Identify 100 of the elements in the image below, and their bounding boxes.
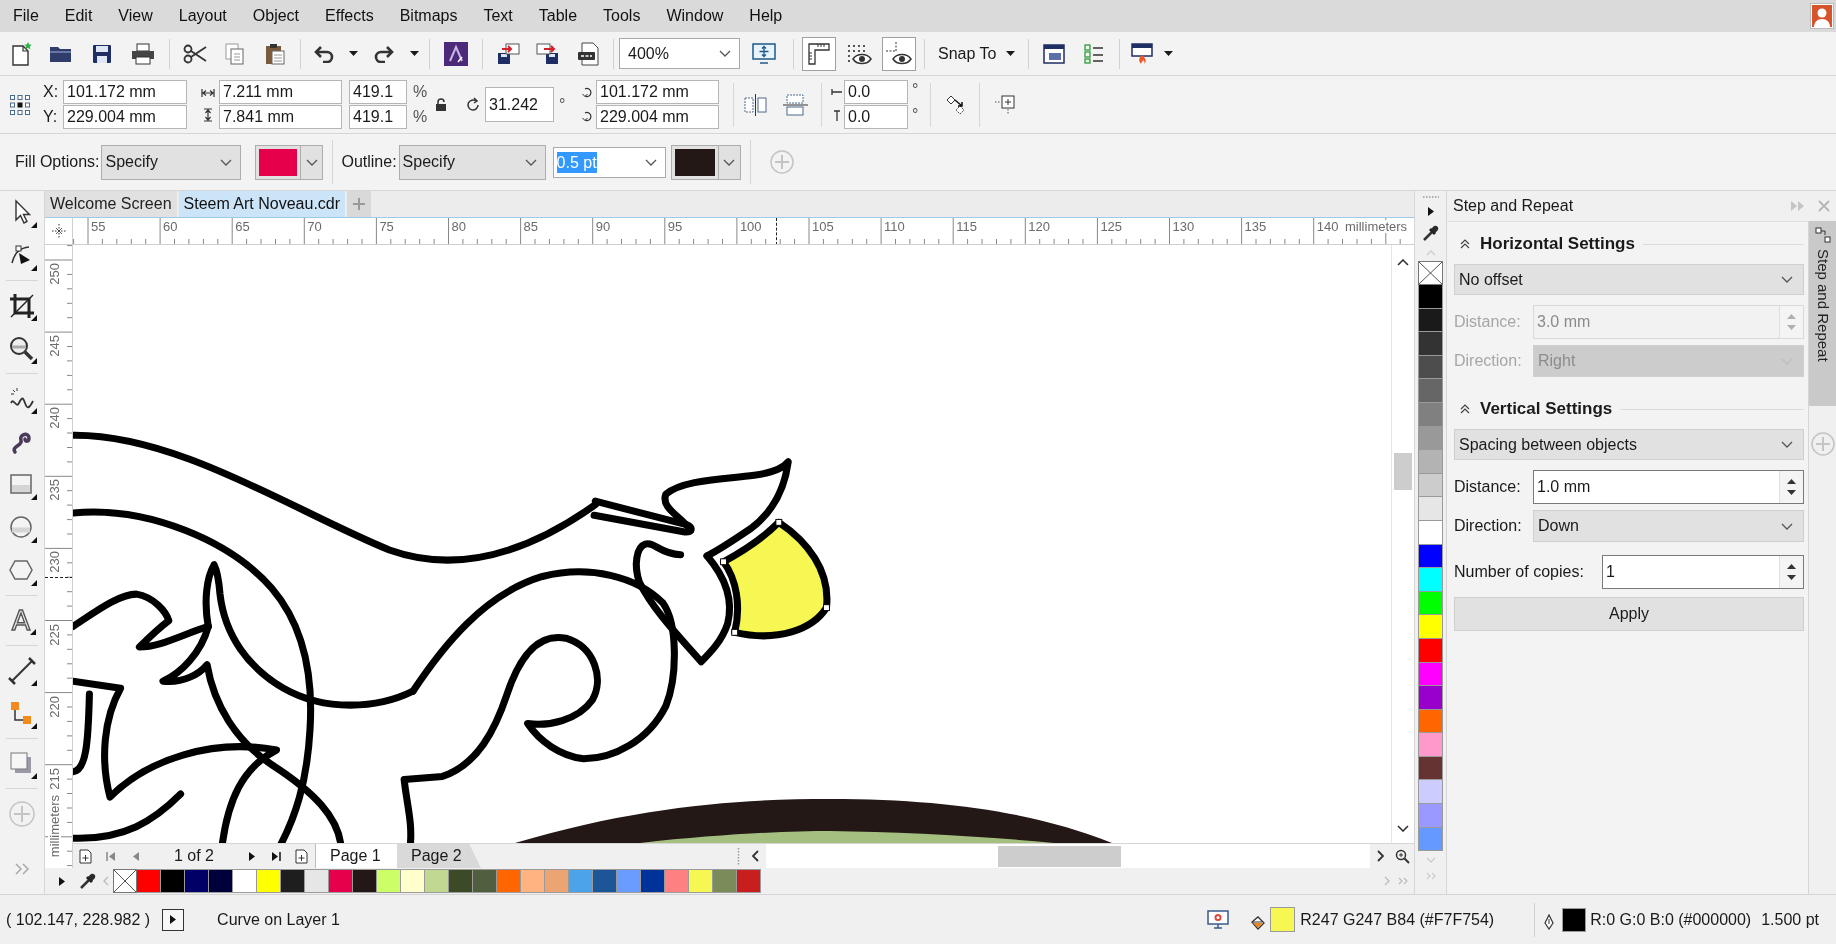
triangle-right-icon[interactable] bbox=[249, 851, 255, 861]
color-swatch[interactable] bbox=[1418, 686, 1443, 710]
chevron-up-icon[interactable] bbox=[1397, 259, 1409, 266]
color-swatch[interactable] bbox=[137, 869, 161, 893]
color-swatch[interactable] bbox=[665, 869, 689, 893]
node-handle[interactable] bbox=[775, 518, 783, 526]
skew-horizontal-icon[interactable] bbox=[831, 87, 843, 96]
color-swatch[interactable] bbox=[1418, 332, 1443, 356]
import-icon[interactable] bbox=[496, 42, 520, 65]
color-swatch[interactable] bbox=[449, 869, 473, 893]
print-icon[interactable] bbox=[131, 42, 155, 65]
rotate-icon[interactable] bbox=[465, 96, 481, 113]
color-swatch[interactable] bbox=[353, 869, 377, 893]
color-swatch[interactable] bbox=[1418, 355, 1443, 380]
triangle-up-icon[interactable] bbox=[1787, 564, 1796, 569]
scale-height-field[interactable]: 419.1 bbox=[349, 105, 407, 129]
rulers-toggle[interactable] bbox=[802, 36, 836, 71]
distance-field[interactable]: 1.0 mm bbox=[1533, 470, 1804, 504]
no-color-swatch[interactable] bbox=[113, 869, 137, 893]
dotted-plus-icon[interactable] bbox=[994, 93, 1016, 116]
flyout-triangle-icon[interactable] bbox=[30, 629, 37, 635]
color-swatch[interactable] bbox=[617, 869, 641, 893]
caret-icon[interactable] bbox=[409, 51, 419, 56]
color-swatch[interactable] bbox=[329, 869, 353, 893]
eyedropper-icon[interactable] bbox=[78, 871, 98, 891]
triangle-right-icon[interactable] bbox=[1427, 206, 1434, 216]
skew-vertical-icon[interactable] bbox=[833, 109, 841, 122]
chevron-right-icon[interactable] bbox=[1376, 850, 1385, 862]
color-swatch[interactable] bbox=[1418, 450, 1443, 474]
chevron-down-icon[interactable] bbox=[524, 158, 537, 166]
save-icon[interactable] bbox=[92, 43, 112, 64]
chevron-down-icon[interactable] bbox=[1781, 276, 1793, 283]
menu-item[interactable]: Edit bbox=[51, 0, 106, 32]
chevron-down-icon[interactable] bbox=[1397, 825, 1409, 832]
color-swatch[interactable] bbox=[1418, 804, 1443, 828]
monitor-arrows-icon[interactable] bbox=[752, 43, 776, 64]
skip-forward-icon[interactable] bbox=[271, 851, 281, 861]
lock-icon[interactable] bbox=[435, 97, 447, 112]
color-swatch[interactable] bbox=[1418, 520, 1443, 545]
width-field[interactable]: 7.211 mm bbox=[219, 80, 342, 104]
color-swatch[interactable] bbox=[1418, 379, 1443, 403]
skew-vertical-field[interactable]: 0.0 bbox=[844, 105, 908, 129]
color-swatch[interactable] bbox=[161, 869, 185, 893]
caret-icon[interactable] bbox=[1006, 51, 1016, 56]
chevron-left-icon[interactable] bbox=[750, 850, 759, 862]
triangle-down-icon[interactable] bbox=[1787, 490, 1796, 495]
caret-icon[interactable] bbox=[1163, 51, 1173, 56]
height-arrows-icon[interactable] bbox=[203, 107, 213, 122]
scrollbar-thumb[interactable] bbox=[998, 846, 1121, 867]
color-swatch[interactable] bbox=[1418, 591, 1443, 616]
color-swatch[interactable] bbox=[425, 869, 449, 893]
color-swatch[interactable] bbox=[1418, 638, 1443, 663]
menu-item[interactable]: Window bbox=[653, 0, 737, 32]
page-plus-icon[interactable] bbox=[294, 848, 308, 864]
node-handle[interactable] bbox=[720, 558, 727, 566]
menu-item[interactable]: Object bbox=[239, 0, 313, 32]
scale-width-field[interactable]: 419.1 bbox=[349, 80, 407, 104]
fill-type-dropdown[interactable]: Specify bbox=[101, 144, 242, 180]
undo-icon[interactable] bbox=[314, 44, 336, 63]
color-swatch[interactable] bbox=[209, 869, 233, 893]
menu-item[interactable]: Bitmaps bbox=[386, 0, 471, 32]
zoom-level-dropdown[interactable]: 400% bbox=[619, 38, 740, 69]
center-y-field[interactable]: 229.004 mm bbox=[596, 105, 719, 129]
color-swatch[interactable] bbox=[569, 869, 593, 893]
paint-bucket-icon[interactable] bbox=[1249, 914, 1266, 931]
snap-to-button[interactable]: Snap To bbox=[930, 37, 1024, 70]
mode-dropdown[interactable]: Spacing between objects bbox=[1454, 429, 1804, 460]
color-swatch[interactable] bbox=[593, 869, 617, 893]
caret-icon[interactable] bbox=[348, 51, 358, 56]
page-tab[interactable]: Page 1 bbox=[315, 844, 397, 868]
outline-type-dropdown[interactable]: Specify bbox=[398, 144, 546, 180]
outline-color-picker[interactable] bbox=[670, 144, 741, 180]
user-avatar-icon[interactable] bbox=[1810, 3, 1834, 29]
triangle-down-icon[interactable] bbox=[1787, 575, 1796, 580]
scissors-icon[interactable] bbox=[183, 43, 207, 64]
menu-item[interactable]: Help bbox=[736, 0, 796, 32]
menu-item[interactable]: Layout bbox=[165, 0, 240, 32]
color-swatch[interactable] bbox=[1418, 473, 1443, 498]
zoom-in-icon[interactable] bbox=[1395, 848, 1410, 864]
monitor-icon[interactable] bbox=[1207, 909, 1230, 930]
fill-color-picker[interactable] bbox=[255, 144, 324, 180]
color-swatch[interactable] bbox=[737, 869, 761, 893]
angle-field[interactable]: 31.242 bbox=[485, 87, 554, 122]
redo-icon[interactable] bbox=[372, 44, 394, 63]
chevron-down-icon[interactable] bbox=[1781, 441, 1793, 448]
color-swatch[interactable] bbox=[473, 869, 497, 893]
chevron-down-icon[interactable] bbox=[305, 158, 318, 166]
selected-curve-shape[interactable] bbox=[720, 518, 831, 640]
color-swatch[interactable] bbox=[521, 869, 545, 893]
color-swatch[interactable] bbox=[1418, 756, 1443, 781]
direction-dropdown[interactable]: Down bbox=[1533, 510, 1804, 542]
paste-icon[interactable] bbox=[265, 42, 285, 65]
grip-icon[interactable] bbox=[736, 847, 740, 865]
color-swatch[interactable] bbox=[1418, 544, 1443, 569]
dimension-icon[interactable] bbox=[7, 655, 37, 686]
collapse-chevron-icon[interactable] bbox=[1460, 404, 1470, 414]
color-swatch[interactable] bbox=[1418, 497, 1443, 521]
color-swatch[interactable] bbox=[1418, 780, 1443, 805]
color-swatch[interactable] bbox=[1418, 733, 1443, 757]
page-canvas[interactable] bbox=[73, 245, 1391, 843]
